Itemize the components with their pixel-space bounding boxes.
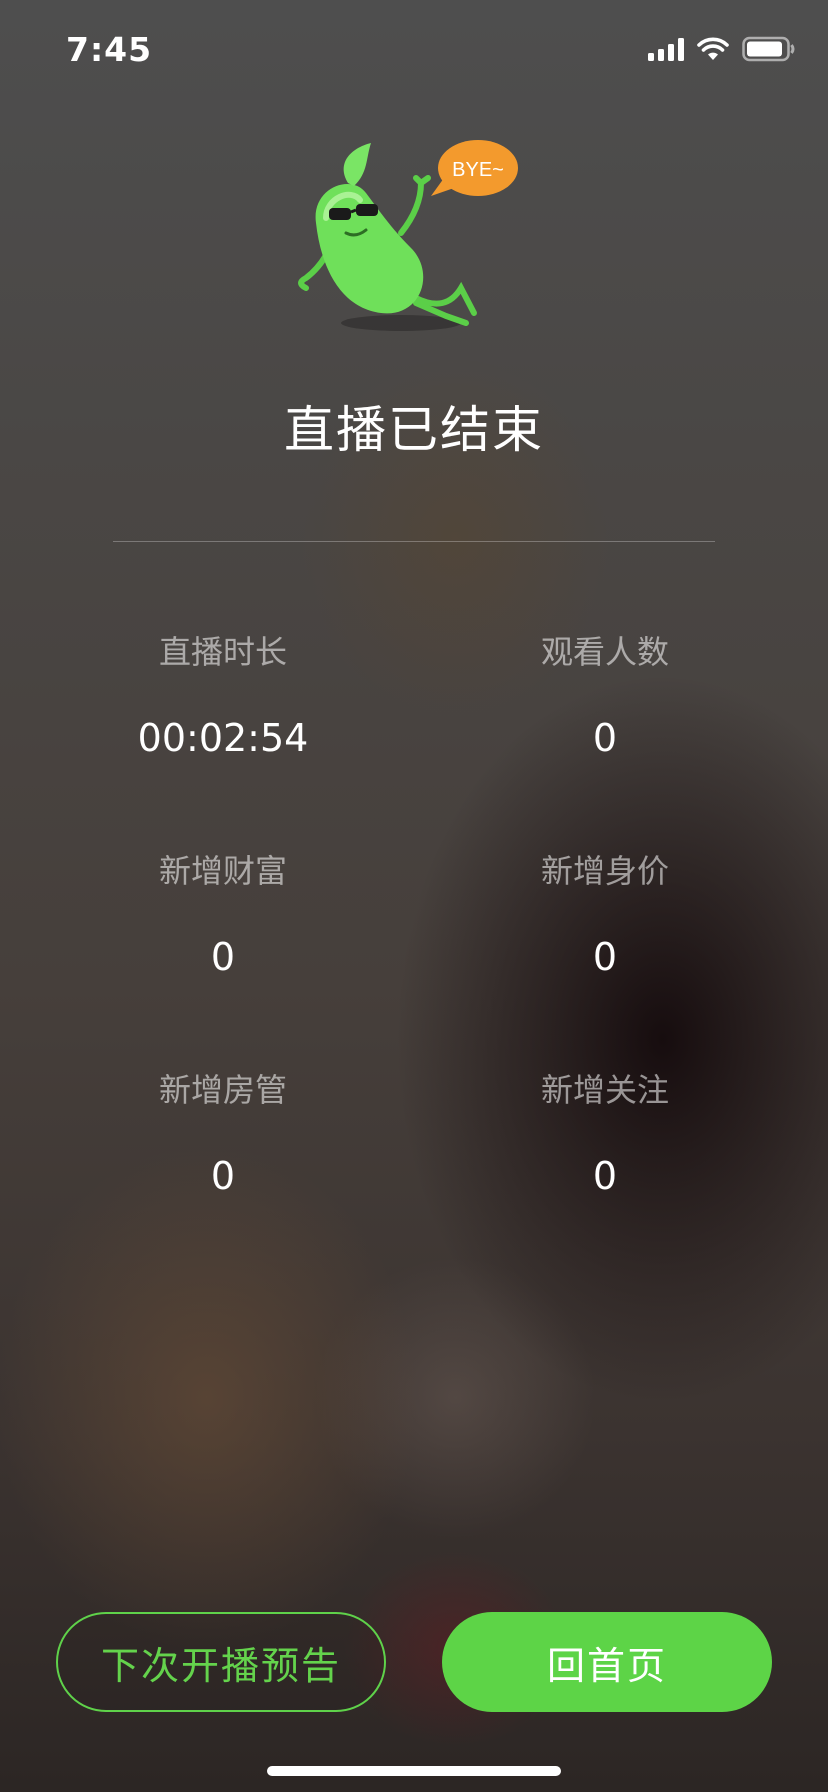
stat-value: 0 bbox=[592, 935, 618, 979]
stat-value: 0 bbox=[592, 1154, 618, 1198]
wifi-icon bbox=[697, 37, 729, 60]
status-time: 7:45 bbox=[66, 30, 153, 69]
stat-value: 0 bbox=[592, 716, 618, 760]
stat-new-value: 新增身价 0 bbox=[415, 849, 795, 981]
stat-new-admins: 新增房管 0 bbox=[33, 1068, 413, 1200]
stat-value: 0 bbox=[210, 1154, 236, 1198]
page-title: 直播已结束 bbox=[284, 401, 544, 459]
stat-label: 新增财富 bbox=[158, 852, 287, 890]
signal-icon bbox=[648, 37, 684, 61]
battery-icon bbox=[742, 36, 795, 62]
divider bbox=[113, 541, 715, 542]
home-indicator[interactable] bbox=[267, 1766, 561, 1776]
stat-value: 00:02:54 bbox=[137, 716, 309, 760]
stat-value: 0 bbox=[210, 935, 236, 979]
stat-label: 新增关注 bbox=[540, 1071, 669, 1109]
stat-label: 观看人数 bbox=[540, 633, 669, 671]
stat-viewers: 观看人数 0 bbox=[415, 630, 795, 762]
stat-new-wealth: 新增财富 0 bbox=[33, 849, 413, 981]
back-home-button[interactable]: 回首页 bbox=[442, 1612, 772, 1712]
stat-label: 直播时长 bbox=[158, 633, 287, 671]
stat-live-duration: 直播时长 00:02:54 bbox=[33, 630, 413, 762]
mascot-bean-icon: BYE~ bbox=[296, 138, 526, 338]
status-icons bbox=[648, 36, 796, 62]
mascot-bubble-text: BYE~ bbox=[452, 159, 504, 181]
stat-label: 新增身价 bbox=[540, 852, 669, 890]
next-live-preview-button[interactable]: 下次开播预告 bbox=[56, 1612, 386, 1712]
stat-new-followers: 新增关注 0 bbox=[415, 1068, 795, 1200]
stat-label: 新增房管 bbox=[158, 1071, 287, 1109]
